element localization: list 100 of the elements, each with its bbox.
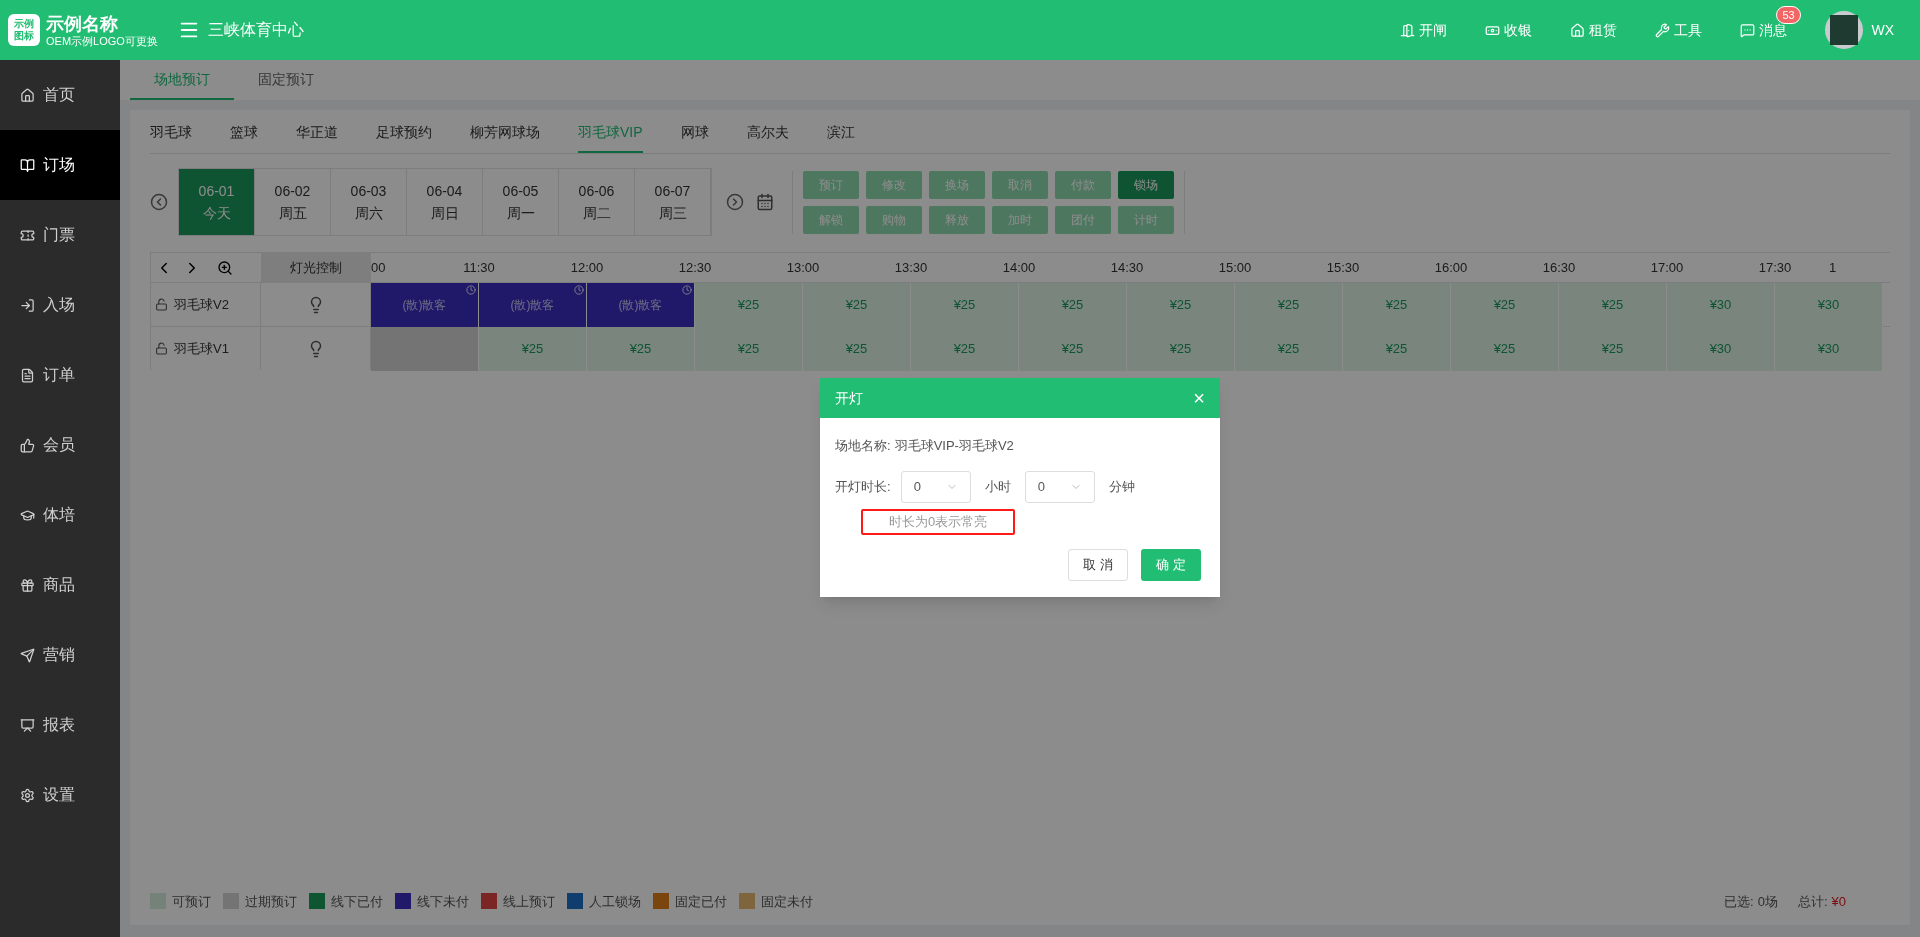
available-slot[interactable]: ¥30: [1775, 283, 1883, 327]
venue-tab[interactable]: 羽毛球VIP: [578, 113, 643, 153]
legend-label: 线下已付: [331, 892, 383, 911]
booked-slot[interactable]: (散)散客: [479, 283, 587, 327]
legend-label: 固定未付: [761, 892, 813, 911]
available-slot[interactable]: ¥25: [695, 327, 803, 371]
available-slot[interactable]: ¥25: [911, 283, 1019, 327]
available-slot[interactable]: ¥25: [587, 327, 695, 371]
venue-tab[interactable]: 华正道: [296, 113, 338, 153]
available-slot[interactable]: ¥25: [1559, 283, 1667, 327]
clock-icon: [466, 285, 476, 295]
action-button[interactable]: 锁场: [1118, 170, 1174, 199]
available-slot[interactable]: ¥25: [479, 327, 587, 371]
unit-label: 分钟: [1108, 477, 1135, 496]
user-name[interactable]: WX: [1871, 19, 1894, 41]
legend-label: 过期预订: [245, 892, 297, 911]
booked-slot[interactable]: (散)散客: [371, 283, 479, 327]
court-name: 羽毛球V2: [174, 295, 229, 314]
cancel-button[interactable]: 取 消: [1068, 548, 1128, 581]
house-icon: [1570, 22, 1586, 38]
venue-tab[interactable]: 网球: [680, 113, 709, 153]
sidebar-item[interactable]: 体培: [0, 480, 120, 550]
lock-icon[interactable]: [155, 342, 168, 355]
date-tab[interactable]: 06-02 周五: [255, 169, 331, 235]
available-slot[interactable]: ¥25: [1235, 327, 1343, 371]
book-icon: [20, 157, 35, 173]
time-label: 16:00: [1433, 258, 1469, 277]
time-label: 16:30: [1541, 258, 1577, 277]
unit-label: 小时: [984, 477, 1011, 496]
clock-icon: [682, 285, 692, 295]
header-action[interactable]: 开闸: [1400, 19, 1448, 41]
available-slot[interactable]: ¥30: [1775, 327, 1883, 371]
legend-label: 可预订: [172, 892, 211, 911]
gift-icon: [20, 577, 35, 593]
page-tab[interactable]: 场地预订: [130, 60, 234, 100]
time-label: 12:00: [569, 258, 605, 277]
time-label: 17:30: [1757, 258, 1793, 277]
venue-tab[interactable]: 足球预约: [376, 113, 432, 153]
date-tab[interactable]: 06-01 今天: [179, 169, 255, 235]
available-slot[interactable]: ¥25: [1019, 283, 1127, 327]
available-slot[interactable]: ¥25: [911, 327, 1019, 371]
minutes-select[interactable]: 0: [1024, 470, 1095, 503]
sidebar-item[interactable]: 入场: [0, 270, 120, 340]
venue-tab[interactable]: 羽毛球: [150, 113, 192, 153]
available-slot[interactable]: ¥25: [1343, 283, 1451, 327]
zoom-in-icon[interactable]: [217, 259, 233, 276]
date-tab[interactable]: 06-07 周三: [635, 169, 711, 235]
available-slot[interactable]: ¥25: [1451, 283, 1559, 327]
legend-label: 线下未付: [417, 892, 469, 911]
available-slot[interactable]: ¥25: [1235, 283, 1343, 327]
venue-tab[interactable]: 高尔夫: [746, 113, 789, 153]
sidebar-item[interactable]: 会员: [0, 410, 120, 480]
clock-icon: [574, 285, 584, 295]
header-action[interactable]: 租赁: [1570, 19, 1618, 41]
venue-tab[interactable]: 篮球: [230, 113, 258, 153]
date-tab[interactable]: 06-03 周六: [331, 169, 407, 235]
date-tab[interactable]: 06-06 周二: [559, 169, 635, 235]
booked-slot[interactable]: (散)散客: [587, 283, 695, 327]
header-action[interactable]: 工具: [1655, 19, 1703, 41]
available-slot[interactable]: ¥30: [1667, 327, 1775, 371]
available-slot[interactable]: ¥25: [1019, 327, 1127, 371]
sidebar-item[interactable]: 订场: [0, 130, 120, 200]
hint-text: 时长为0表示常亮: [861, 508, 1015, 535]
next-icon[interactable]: [726, 193, 744, 211]
sidebar-item[interactable]: 订单: [0, 340, 120, 410]
available-slot[interactable]: ¥25: [1127, 327, 1235, 371]
available-slot[interactable]: ¥25: [1343, 327, 1451, 371]
available-slot[interactable]: ¥25: [695, 283, 803, 327]
available-slot[interactable]: ¥25: [1559, 327, 1667, 371]
close-button[interactable]: ×: [1193, 388, 1205, 408]
home-icon: [20, 87, 35, 103]
venue-tab[interactable]: 柳芳网球场: [470, 113, 540, 153]
available-slot[interactable]: ¥25: [803, 327, 911, 371]
available-slot[interactable]: ¥25: [803, 283, 911, 327]
hours-select[interactable]: 0: [900, 470, 971, 503]
venue-tab[interactable]: 滨江: [826, 113, 855, 153]
available-slot[interactable]: ¥25: [1127, 283, 1235, 327]
date-tab[interactable]: 06-05 周一: [483, 169, 559, 235]
brand-subtitle: OEM示例LOGO可更换: [46, 34, 158, 48]
header-action[interactable]: 收银: [1485, 19, 1533, 41]
confirm-button[interactable]: 确 定: [1141, 548, 1201, 581]
lock-icon[interactable]: [155, 298, 168, 311]
sidebar-item[interactable]: 营销: [0, 620, 120, 690]
sidebar-item[interactable]: 首页: [0, 60, 120, 130]
available-slot[interactable]: ¥25: [1451, 327, 1559, 371]
time-label: 14:30: [1109, 258, 1145, 277]
sidebar-item[interactable]: 设置: [0, 760, 120, 830]
page-tab[interactable]: 固定预订: [234, 60, 338, 100]
previous-icon[interactable]: [150, 193, 168, 211]
ticket-icon: [20, 227, 35, 243]
sidebar-item[interactable]: 门票: [0, 200, 120, 270]
dialog-title: 开灯: [835, 388, 863, 408]
date-tab[interactable]: 06-04 周日: [407, 169, 483, 235]
calendar-icon[interactable]: [756, 193, 774, 211]
avatar[interactable]: [1825, 11, 1864, 49]
available-slot[interactable]: ¥30: [1667, 283, 1775, 327]
legend-label: 人工锁场: [589, 892, 641, 911]
sidebar-item[interactable]: 报表: [0, 690, 120, 760]
sidebar-item[interactable]: 商品: [0, 550, 120, 620]
enter-icon: [20, 297, 35, 313]
